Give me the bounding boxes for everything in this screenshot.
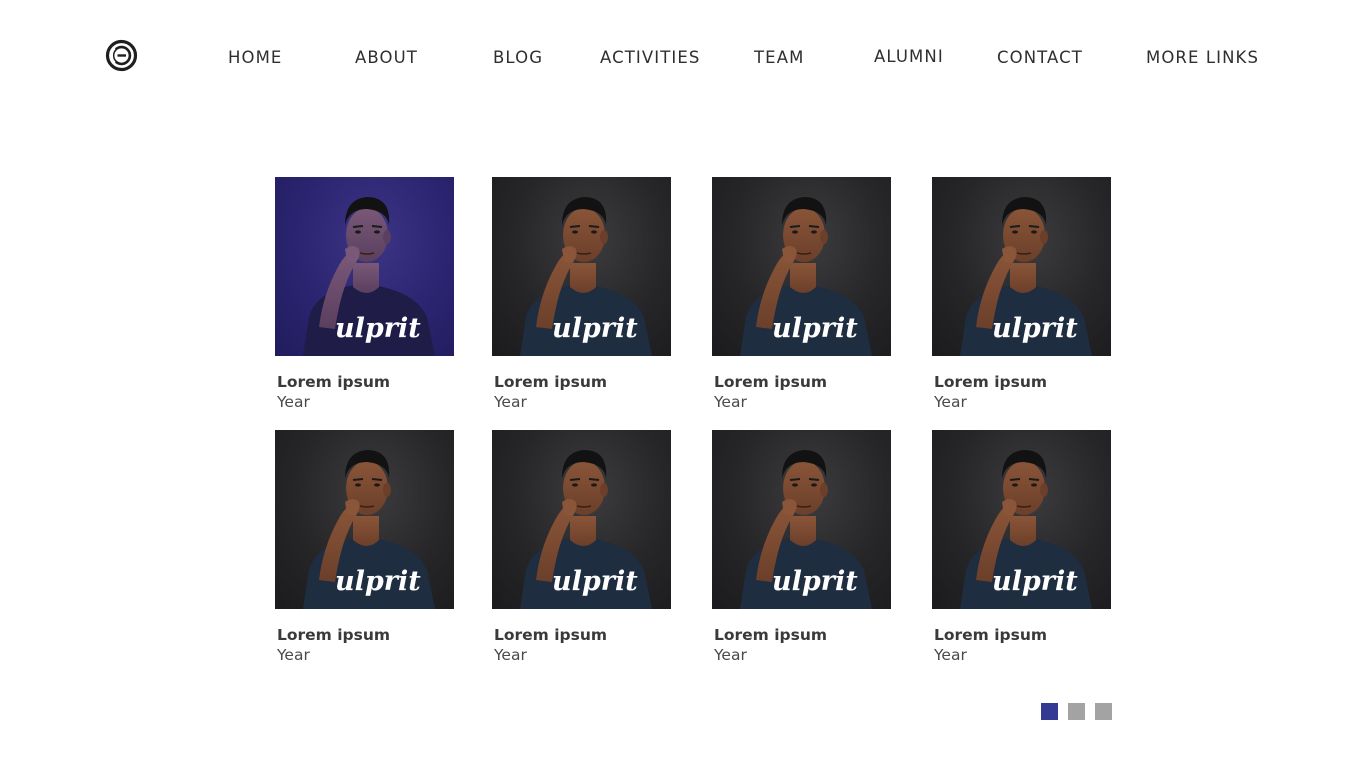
team-member-card[interactable]: ulprit Lorem ipsum Year [932, 430, 1111, 664]
shirt-print-text: ulprit [772, 566, 858, 597]
shirt-print-text: ulprit [772, 313, 858, 344]
member-photo[interactable]: ulprit [712, 177, 891, 356]
shirt-print-text: ulprit [552, 313, 638, 344]
member-year: Year [714, 646, 747, 664]
team-member-card[interactable]: ulprit Lorem ipsum Year [275, 430, 454, 664]
team-member-card[interactable]: ulprit Lorem ipsum Year [275, 177, 454, 411]
nav-item-blog[interactable]: BLOG [493, 48, 543, 68]
member-name: Lorem ipsum [714, 373, 828, 391]
member-portrait: ulprit [960, 450, 1092, 609]
member-name: Lorem ipsum [494, 373, 608, 391]
member-portrait: ulprit [303, 197, 435, 356]
member-year: Year [934, 646, 967, 664]
member-name: Lorem ipsum [277, 373, 391, 391]
nav-item-about[interactable]: ABOUT [355, 48, 418, 68]
member-photo[interactable]: ulprit [492, 177, 671, 356]
member-portrait: ulprit [740, 197, 872, 356]
member-photo[interactable]: ulprit [932, 177, 1111, 356]
member-name: Lorem ipsum [934, 373, 1048, 391]
pagination-dot[interactable] [1095, 703, 1112, 720]
pagination-dot[interactable] [1068, 703, 1085, 720]
pagination-dot-active[interactable] [1041, 703, 1058, 720]
team-member-card[interactable]: ulprit Lorem ipsum Year [712, 177, 891, 411]
member-name: Lorem ipsum [714, 626, 828, 644]
member-photo[interactable]: ulprit [712, 430, 891, 609]
member-year: Year [494, 646, 527, 664]
member-photo[interactable]: ulprit [492, 430, 671, 609]
member-year: Year [277, 646, 310, 664]
team-member-card[interactable]: ulprit Lorem ipsum Year [492, 430, 671, 664]
nav-item-activities[interactable]: ACTIVITIES [600, 48, 700, 68]
nav-item-alumni[interactable]: ALUMNI [874, 47, 944, 67]
shirt-print-text: ulprit [992, 566, 1078, 597]
nav-item-more-links[interactable]: MORE LINKS [1146, 48, 1259, 68]
member-portrait: ulprit [520, 450, 652, 609]
member-portrait: ulprit [740, 450, 872, 609]
nav-item-home[interactable]: HOME [228, 48, 282, 68]
team-page: HOME ABOUT BLOG ACTIVITIES TEAM ALUMNI C… [0, 0, 1366, 768]
team-member-card[interactable]: ulprit Lorem ipsum Year [712, 430, 891, 664]
member-name: Lorem ipsum [934, 626, 1048, 644]
team-member-card[interactable]: ulprit Lorem ipsum Year [932, 177, 1111, 411]
member-photo[interactable]: ulprit [275, 430, 454, 609]
member-portrait: ulprit [960, 197, 1092, 356]
shirt-print-text: ulprit [335, 566, 421, 597]
member-year: Year [714, 393, 747, 411]
shirt-print-text: ulprit [335, 313, 421, 344]
circle-logo-icon[interactable] [105, 39, 138, 72]
member-portrait: ulprit [520, 197, 652, 356]
shirt-print-text: ulprit [992, 313, 1078, 344]
team-member-card[interactable]: ulprit Lorem ipsum Year [492, 177, 671, 411]
shirt-print-text: ulprit [552, 566, 638, 597]
member-portrait: ulprit [303, 450, 435, 609]
member-year: Year [277, 393, 310, 411]
member-year: Year [934, 393, 967, 411]
member-year: Year [494, 393, 527, 411]
member-photo[interactable]: ulprit [932, 430, 1111, 609]
member-name: Lorem ipsum [277, 626, 391, 644]
member-name: Lorem ipsum [494, 626, 608, 644]
member-photo[interactable]: ulprit [275, 177, 454, 356]
nav-item-contact[interactable]: CONTACT [997, 48, 1083, 68]
nav-item-team[interactable]: TEAM [754, 48, 804, 68]
